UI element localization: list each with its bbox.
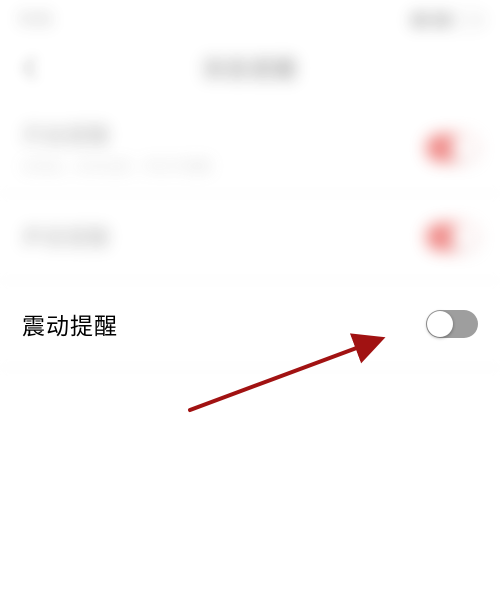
toggle-vibration-notifications[interactable] bbox=[426, 310, 478, 338]
toggle-knob bbox=[451, 135, 477, 161]
page-title: 消息提醒 bbox=[0, 52, 500, 84]
row-subtitle: 关闭后，任何全部、评论不提醒 bbox=[22, 156, 211, 175]
row-title: 震动提醒 bbox=[22, 307, 118, 341]
divider bbox=[0, 367, 500, 368]
toggle-sound-notifications[interactable] bbox=[426, 223, 478, 251]
row-vibration-notifications: 震动提醒 bbox=[0, 281, 500, 367]
row-title: 开启提醒 bbox=[22, 120, 211, 150]
signal-icon bbox=[412, 14, 428, 26]
row-title: 声音提醒 bbox=[22, 222, 110, 252]
wifi-icon bbox=[434, 14, 450, 26]
nav-bar: 消息提醒 bbox=[0, 40, 500, 96]
row-sound-notifications: 声音提醒 bbox=[0, 194, 500, 280]
toggle-knob bbox=[427, 311, 453, 337]
row-enable-notifications: 开启提醒 关闭后，任何全部、评论不提醒 bbox=[0, 102, 500, 193]
status-right-icons bbox=[412, 13, 480, 27]
battery-icon bbox=[456, 13, 480, 27]
toggle-enable-notifications[interactable] bbox=[426, 134, 478, 162]
settings-list: 开启提醒 关闭后，任何全部、评论不提醒 声音提醒 震动提醒 bbox=[0, 96, 500, 368]
toggle-knob bbox=[451, 224, 477, 250]
status-time: 9:41 bbox=[20, 11, 52, 29]
status-bar: 9:41 bbox=[0, 0, 500, 40]
